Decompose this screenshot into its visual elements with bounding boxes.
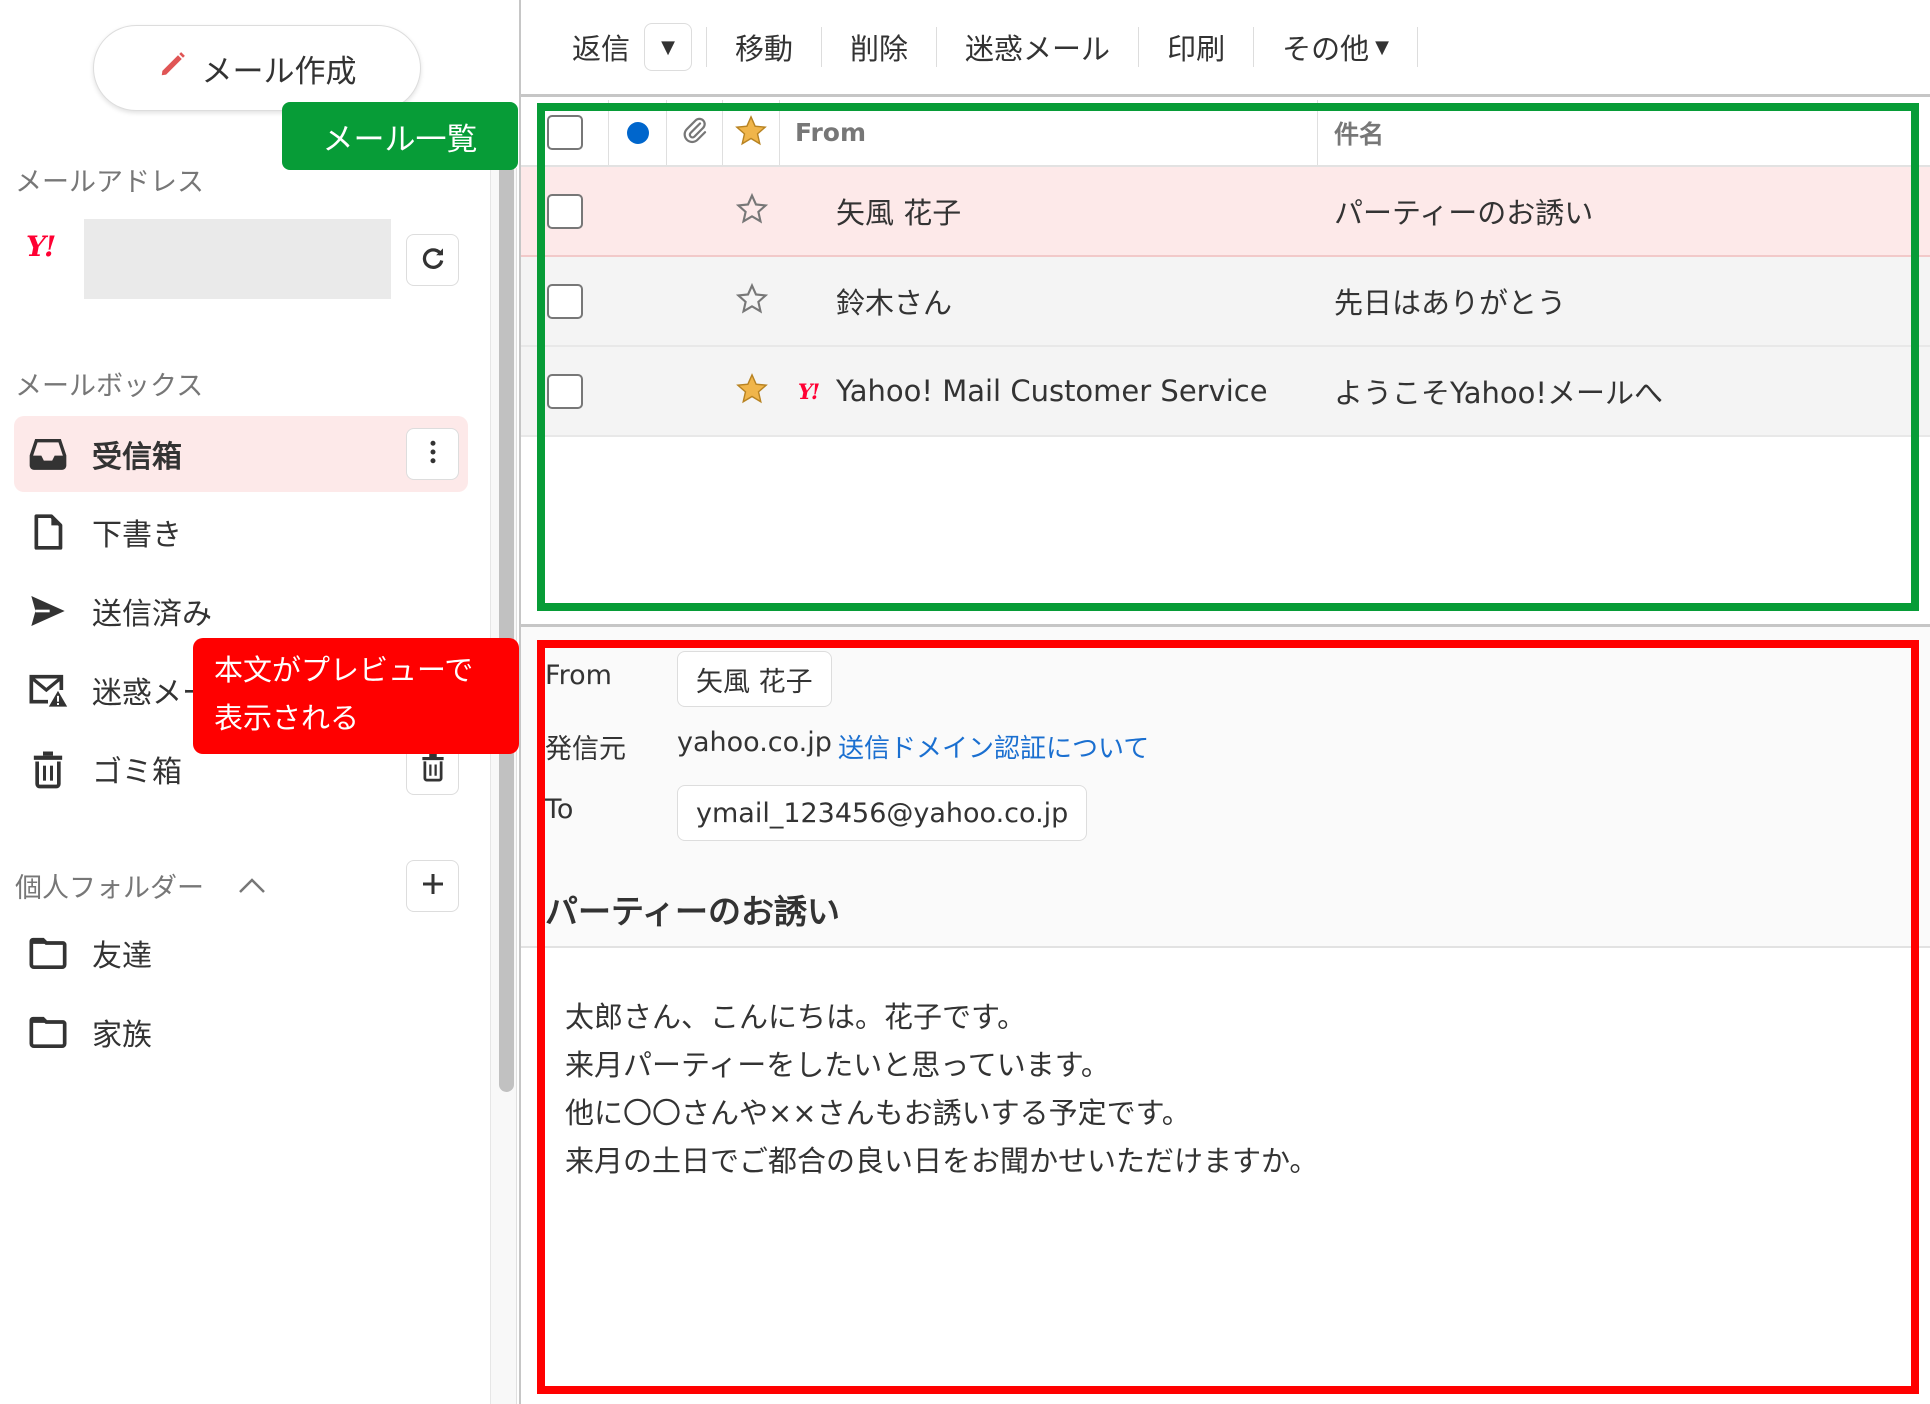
inbox-icon bbox=[26, 432, 70, 476]
star-filled-icon[interactable] bbox=[735, 372, 769, 410]
print-button[interactable]: 印刷 bbox=[1139, 27, 1255, 67]
pencil-icon bbox=[158, 49, 188, 87]
move-button[interactable]: 移動 bbox=[707, 27, 823, 67]
chevron-up-icon[interactable] bbox=[236, 872, 268, 896]
mail-list-annotation-label: メール一覧 bbox=[282, 102, 518, 170]
star-outline-icon[interactable] bbox=[735, 282, 769, 320]
refresh-button[interactable] bbox=[406, 234, 459, 286]
row-checkbox[interactable] bbox=[547, 373, 583, 409]
reply-dropdown-button[interactable]: ▼ bbox=[644, 23, 693, 71]
refresh-icon bbox=[418, 243, 448, 277]
from-label: From bbox=[545, 660, 612, 691]
account-address-field[interactable] bbox=[84, 219, 391, 299]
unread-column[interactable] bbox=[609, 100, 667, 165]
row-from: Yahoo! Mail Customer Service bbox=[836, 374, 1268, 408]
mail-row[interactable]: 矢風 花子 パーティーのお誘い bbox=[521, 167, 1930, 257]
preview-subject: パーティーのお誘い bbox=[545, 892, 841, 931]
row-subject: 先日はありがとう bbox=[1334, 286, 1567, 320]
star-column[interactable] bbox=[723, 100, 780, 165]
to-chip[interactable]: ymail_123456@yahoo.co.jp bbox=[677, 785, 1088, 841]
star-outline-icon[interactable] bbox=[735, 192, 769, 230]
from-column-header[interactable]: From bbox=[780, 100, 1318, 165]
folder-label: 友達 bbox=[92, 939, 152, 974]
more-label: その他 bbox=[1282, 32, 1370, 66]
mailbox-section-label: メールボックス bbox=[15, 371, 204, 402]
select-all-checkbox[interactable] bbox=[546, 115, 583, 150]
personal-folders-label: 個人フォルダー bbox=[15, 873, 204, 904]
sidebar-scrollbar[interactable] bbox=[490, 168, 517, 1404]
spam-icon bbox=[26, 668, 70, 712]
sidebar-item-label: 送信済み bbox=[92, 597, 212, 632]
row-subject: パーティーのお誘い bbox=[1334, 196, 1594, 230]
row-from: 矢風 花子 bbox=[836, 196, 962, 230]
paperclip-icon bbox=[680, 116, 710, 150]
caret-down-icon: ▼ bbox=[661, 36, 675, 58]
sidebar-item-label: 下書き bbox=[92, 518, 182, 553]
add-folder-button[interactable] bbox=[406, 860, 459, 912]
mail-list: From 件名 矢風 花子 パーティーのお誘い 鈴木さん 先日はありがとう Y!… bbox=[521, 100, 1930, 624]
compose-label: メール作成 bbox=[201, 53, 357, 90]
main-pane: 返信 ▼ 移動 削除 迷惑メール 印刷 その他 ▼ From 件名 矢風 花子 … bbox=[521, 0, 1930, 1404]
origin-label: 発信元 bbox=[545, 734, 626, 765]
preview-body: 太郎さん、こんにちは。花子です。 来月パーティーをしたいと思っています。 他に〇… bbox=[565, 993, 1318, 1185]
preview-annotation-line: 表示される bbox=[214, 701, 360, 735]
delete-button[interactable]: 削除 bbox=[822, 27, 938, 67]
row-checkbox[interactable] bbox=[547, 283, 583, 319]
row-from: 鈴木さん bbox=[836, 286, 953, 320]
body-line: 他に〇〇さんや××さんもお誘いする予定です。 bbox=[565, 1096, 1191, 1130]
body-line: 来月の土日でご都合の良い日をお聞かせいただけますか。 bbox=[565, 1144, 1319, 1178]
domain-auth-link[interactable]: 送信ドメイン認証について bbox=[838, 728, 1149, 765]
body-line: 来月パーティーをしたいと思っています。 bbox=[565, 1048, 1110, 1082]
attachment-column[interactable] bbox=[667, 100, 723, 165]
draft-icon bbox=[26, 510, 70, 554]
sidebar-item-drafts[interactable]: 下書き bbox=[14, 494, 468, 570]
plus-icon bbox=[418, 869, 448, 903]
yahoo-logo-icon: Y! bbox=[26, 230, 56, 263]
sent-icon bbox=[26, 589, 70, 633]
compose-button[interactable]: メール作成 bbox=[93, 25, 421, 111]
from-chip[interactable]: 矢風 花子 bbox=[677, 651, 832, 707]
row-subject: ようこそYahoo!メールへ bbox=[1334, 376, 1663, 410]
folder-label: 家族 bbox=[92, 1018, 152, 1053]
preview-header: From 矢風 花子 発信元 yahoo.co.jp 送信ドメイン認証について … bbox=[521, 627, 1930, 948]
more-vertical-icon bbox=[418, 437, 448, 471]
inbox-menu-button[interactable] bbox=[406, 428, 459, 480]
subject-column-header[interactable]: 件名 bbox=[1318, 100, 1930, 165]
folder-icon bbox=[26, 1010, 70, 1054]
address-section-label: メールアドレス bbox=[15, 167, 204, 198]
origin-value: yahoo.co.jp bbox=[677, 727, 832, 758]
star-filled-icon bbox=[734, 114, 768, 152]
trash-icon bbox=[26, 747, 70, 791]
sidebar-scrollbar-thumb[interactable] bbox=[499, 168, 514, 1092]
mail-row[interactable]: 鈴木さん 先日はありがとう bbox=[521, 257, 1930, 347]
reply-dropdown-wrap: ▼ bbox=[644, 23, 708, 71]
preview-pane: From 矢風 花子 発信元 yahoo.co.jp 送信ドメイン認証について … bbox=[521, 627, 1930, 1404]
sidebar-folder-friends[interactable]: 友達 bbox=[14, 915, 468, 991]
caret-down-icon: ▼ bbox=[1375, 36, 1389, 58]
preview-annotation-line: 本文がプレビューで bbox=[214, 653, 474, 687]
body-line: 太郎さん、こんにちは。花子です。 bbox=[565, 1000, 1027, 1034]
sidebar-item-label: 受信箱 bbox=[92, 440, 182, 475]
mail-row[interactable]: Y! Yahoo! Mail Customer Service ようこそYaho… bbox=[521, 347, 1930, 437]
unread-dot-icon bbox=[626, 121, 649, 144]
select-all-column bbox=[521, 100, 609, 165]
to-label: To bbox=[545, 794, 574, 825]
reply-button[interactable]: 返信 bbox=[572, 27, 644, 67]
row-checkbox[interactable] bbox=[547, 193, 583, 229]
toolbar: 返信 ▼ 移動 削除 迷惑メール 印刷 その他 ▼ bbox=[521, 0, 1930, 97]
mail-list-header: From 件名 bbox=[521, 100, 1930, 167]
trash-icon bbox=[418, 752, 448, 786]
sidebar-item-label: ゴミ箱 bbox=[92, 755, 182, 790]
more-button[interactable]: その他 ▼ bbox=[1254, 27, 1418, 67]
spam-button[interactable]: 迷惑メール bbox=[937, 27, 1140, 67]
sidebar-item-inbox[interactable]: 受信箱 bbox=[14, 416, 468, 492]
sidebar-folder-family[interactable]: 家族 bbox=[14, 994, 468, 1070]
yahoo-logo-icon: Y! bbox=[797, 378, 820, 404]
folder-icon bbox=[26, 931, 70, 975]
preview-annotation-label: 本文がプレビューで 表示される bbox=[193, 638, 519, 754]
